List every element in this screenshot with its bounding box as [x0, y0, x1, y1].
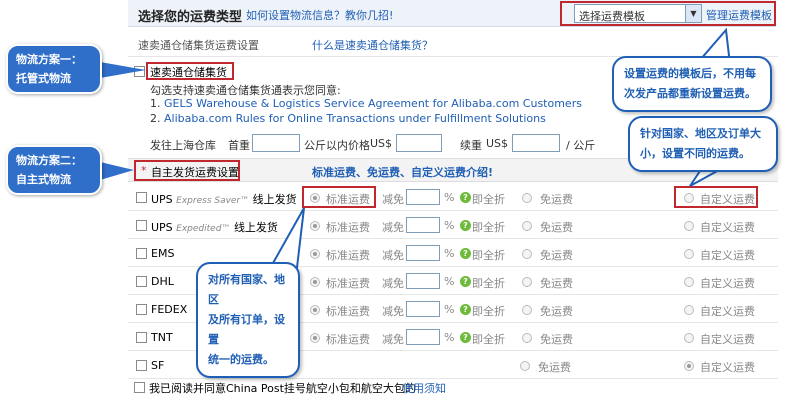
- plan1-callout: 物流方案一： 托管式物流: [6, 44, 102, 94]
- callout-pointer: [100, 62, 146, 78]
- plan2-callout: 物流方案二： 自主式物流: [6, 145, 102, 195]
- callout-line: 次发产品都重新设置运费。: [624, 87, 756, 100]
- callout-line: 统一的运费。: [208, 353, 274, 366]
- callout-line: 物流方案二：: [16, 154, 82, 167]
- callout-line: 及所有订单，设置: [208, 313, 285, 346]
- callout-line: 自主式物流: [16, 173, 71, 186]
- callout-line: 托管式物流: [16, 72, 71, 85]
- callout-line: 针对国家、地区及订单大: [640, 127, 761, 140]
- callout-line: 对所有国家、地区: [208, 273, 285, 306]
- callout-line: 小，设置不同的运费。: [640, 147, 750, 160]
- custom-fee-callout: 针对国家、地区及订单大 小，设置不同的运费。: [628, 116, 778, 172]
- callout-line: 设置运费的模板后，不用每: [624, 67, 756, 80]
- unified-fee-callout: 对所有国家、地区 及所有订单，设置 统一的运费。: [196, 262, 300, 378]
- callout-pointer: [100, 162, 134, 180]
- template-callout: 设置运费的模板后，不用每 次发产品都重新设置运费。: [612, 56, 772, 112]
- callout-line: 物流方案一：: [16, 53, 82, 66]
